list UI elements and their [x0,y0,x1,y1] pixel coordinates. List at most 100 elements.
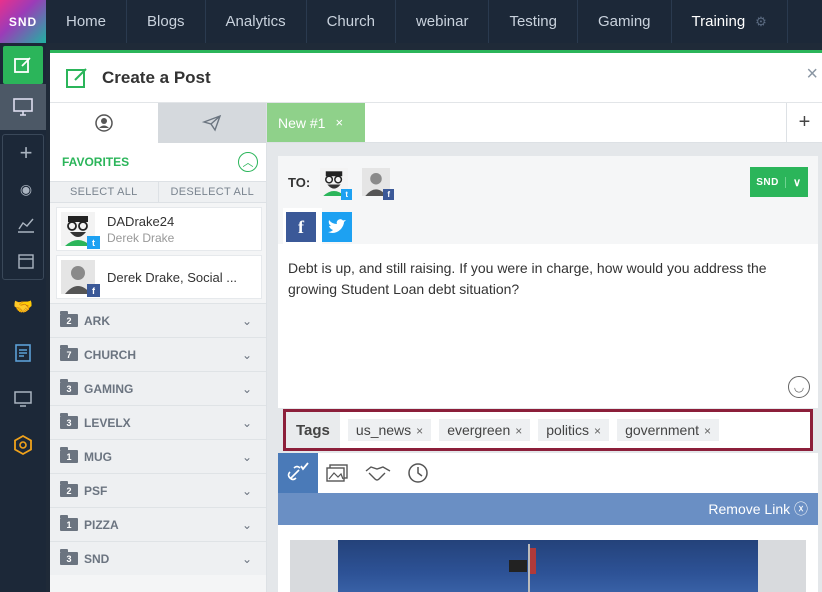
calendar-button[interactable] [3,243,49,279]
snd-dropdown-button[interactable]: SND ∨ [750,167,808,197]
tag-chip[interactable]: politics × [538,419,610,441]
twitter-badge-icon: t [341,189,353,200]
group-mug[interactable]: 1 MUG ⌄ [50,439,266,473]
account-subtitle: Derek Drake [107,230,175,245]
nav-tab-webinar[interactable]: webinar [396,0,490,43]
group-name: GAMING [84,381,134,396]
monitor-button[interactable] [0,84,46,130]
folder-icon: 1 [60,447,78,463]
remove-tag-icon[interactable]: × [704,424,711,438]
nav-tab-testing[interactable]: Testing [489,0,578,43]
tag-text: government [625,422,699,438]
analytics-button[interactable] [3,207,49,243]
group-pizza[interactable]: 1 PIZZA ⌄ [50,507,266,541]
nav-tab-home[interactable]: Home [46,0,128,43]
accounts-panel: FAVORITES ︿ SELECT ALL DESELECT ALL t DA… [50,103,267,592]
facebook-icon[interactable]: f [286,212,316,242]
grid-button[interactable] [0,376,46,422]
account-name: Derek Drake, Social ... [107,269,238,285]
tags-field[interactable]: Tags us_news × evergreen × politics × gover… [283,409,813,451]
link-icon [287,462,309,481]
avatar: t [61,212,100,249]
handshake-button[interactable]: 🤝 [0,284,46,330]
tag-chip[interactable]: us_news × [347,419,432,441]
nav-tab-blogs[interactable]: Blogs [127,0,206,43]
folder-icon: 7 [60,345,78,361]
draft-tab-label: New #1 [278,114,326,131]
facebook-badge-icon: f [87,284,100,297]
nav-tab-church[interactable]: Church [307,0,396,43]
app-logo[interactable]: SND [0,0,46,43]
grid-icon [14,391,32,407]
draft-tabs: New #1 × + [267,103,822,143]
folder-icon: 3 [60,379,78,395]
compose-button[interactable] [3,46,43,84]
folder-icon: 3 [60,413,78,429]
modal-title: Create a Post [102,67,211,87]
chevron-down-icon: ⌄ [241,551,252,566]
monitor-icon [13,98,33,116]
group-gaming[interactable]: 3 GAMING ⌄ [50,371,266,405]
nav-tabs: Home Blogs Analytics Church webinar Test… [46,0,788,43]
remove-link-button[interactable]: Remove Link ⓧ [708,499,808,519]
account-item[interactable]: f Derek Drake, Social ... [56,255,262,299]
nav-tab-gaming[interactable]: Gaming [578,0,672,43]
add-button[interactable]: + [3,135,49,171]
close-button[interactable]: × [806,63,818,86]
group-snd[interactable]: 3 SND ⌄ [50,541,266,575]
nav-tab-analytics[interactable]: Analytics [206,0,307,43]
schedule-tab[interactable] [398,453,438,493]
tab-profiles[interactable] [50,103,158,143]
to-label: TO: [288,174,311,190]
post-textarea[interactable]: Debt is up, and still raising. If you we… [278,244,818,314]
user-icon [95,114,113,132]
handshake-tab[interactable] [358,453,398,493]
folder-icon: 3 [60,549,78,565]
group-levelx[interactable]: 3 LEVELX ⌄ [50,405,266,439]
tags-label: Tags [286,412,340,448]
chart-icon [18,218,34,233]
tab-send[interactable] [158,103,266,143]
chevron-up-icon[interactable]: ︿ [238,152,258,172]
twitter-icon[interactable] [322,212,352,242]
group-church[interactable]: 7 CHURCH ⌄ [50,337,266,371]
remove-tag-icon[interactable]: × [416,424,423,438]
account-item[interactable]: t DADrake24 Derek Drake [56,207,262,251]
favorites-label: FAVORITES [62,155,130,169]
favorites-header[interactable]: FAVORITES ︿ [50,143,266,181]
group-name: CHURCH [84,347,136,362]
gear-icon[interactable]: ⚙ [755,14,767,30]
remove-tag-icon[interactable]: × [594,424,601,438]
compose-icon [66,67,87,88]
smiley-icon[interactable]: ◡ [788,376,810,398]
tag-chip[interactable]: evergreen × [439,419,531,441]
draft-tab[interactable]: New #1 × [267,103,365,142]
link-tab[interactable] [278,453,318,493]
select-all-button[interactable]: SELECT ALL [50,182,159,202]
recipient-avatar[interactable]: f [362,168,395,200]
photo-tab[interactable] [318,453,358,493]
tag-chip[interactable]: government × [617,419,720,441]
rail-tools-group: + ◉ [2,134,44,280]
group-ark[interactable]: 2 ARK ⌄ [50,303,266,337]
chevron-down-icon: ⌄ [241,313,252,328]
recipient-avatar[interactable]: t [320,168,353,200]
top-nav: SND Home Blogs Analytics Church webinar … [0,0,822,43]
group-name: PSF [84,483,108,498]
account-name: DADrake24 [107,213,175,229]
handshake-icon: 🤝 [13,299,33,316]
nav-tab-training[interactable]: Training ⚙ [672,0,788,43]
avatar: f [61,260,100,297]
clock-icon [408,463,428,483]
group-name: PIZZA [84,517,119,532]
deselect-all-button[interactable]: DESELECT ALL [159,182,267,202]
remove-tag-icon[interactable]: × [515,424,522,438]
content-button[interactable] [0,330,46,376]
image-icon [326,464,348,482]
group-name: LEVELX [84,415,131,430]
feeds-button[interactable]: ◉ [3,171,49,207]
settings-button[interactable] [0,422,46,468]
group-psf[interactable]: 2 PSF ⌄ [50,473,266,507]
add-draft-button[interactable]: + [786,103,822,142]
close-icon[interactable]: × [335,115,343,130]
